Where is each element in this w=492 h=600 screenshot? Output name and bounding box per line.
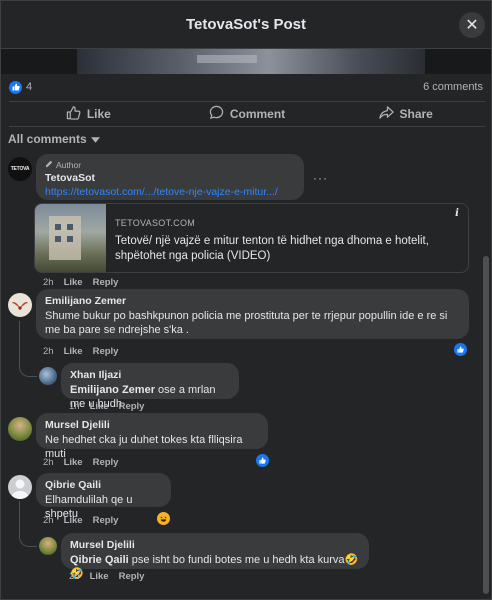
share-arrow-icon	[378, 105, 394, 123]
default-user-icon	[11, 479, 29, 499]
avatar[interactable]	[39, 367, 57, 385]
haha-reaction-icon[interactable]	[157, 512, 170, 525]
post-media[interactable]	[1, 49, 491, 74]
like-count[interactable]: 4	[26, 81, 32, 93]
comment-label: Comment	[229, 107, 286, 121]
like-link[interactable]: Like	[90, 401, 109, 412]
comment-author[interactable]: Qibrie Qaili	[45, 479, 162, 491]
comment-time[interactable]: 2h	[43, 515, 54, 526]
avatar[interactable]	[8, 417, 32, 441]
comment-time[interactable]: 2h	[43, 346, 54, 357]
like-reaction-icon[interactable]	[454, 343, 467, 356]
mention-link[interactable]: Emilijano Zemer	[70, 384, 155, 396]
author-badge: Author	[45, 160, 295, 170]
like-link[interactable]: Like	[64, 346, 83, 357]
like-reaction-icon[interactable]	[256, 454, 269, 467]
comment-text: Shume bukur po bashkpunon policia me pro…	[45, 310, 448, 336]
comment-bubble: Author TetovaSot https://tetovasot.com/.…	[36, 154, 304, 200]
like-reaction-icon[interactable]	[9, 80, 22, 94]
avatar-wings-icon	[12, 302, 28, 310]
comment-meta: 2h Like Reply	[43, 277, 118, 288]
comment-author[interactable]: Xhan Iljazi	[70, 369, 230, 381]
post-image[interactable]	[77, 49, 425, 74]
pencil-icon	[45, 160, 53, 170]
comment-bubble: Qibrie Qaili Elhamdulilah qe u shpetu	[36, 473, 171, 520]
close-button[interactable]: ✕	[459, 12, 485, 38]
reply-link[interactable]: Reply	[93, 277, 119, 288]
avatar[interactable]	[8, 293, 32, 317]
avatar[interactable]: TETOVA	[8, 157, 32, 181]
like-link[interactable]: Like	[64, 277, 83, 288]
comment-filter-label: All comments	[8, 132, 87, 146]
reply-thread-line	[19, 501, 37, 547]
reply-link[interactable]: Reply	[119, 401, 145, 412]
comment-time[interactable]: 1h	[69, 401, 80, 412]
scrollbar[interactable]	[483, 256, 489, 594]
like-link[interactable]: Like	[64, 515, 83, 526]
comment-meta: 2h Like Reply	[43, 515, 118, 526]
avatar[interactable]	[8, 475, 32, 499]
comment-meta: 1h Like Reply	[69, 401, 144, 412]
reply-thread-line	[19, 321, 37, 377]
comment-author[interactable]: Emilijano Zemer	[45, 295, 460, 307]
comment-time[interactable]: 2h	[69, 571, 80, 582]
share-button[interactable]: Share	[326, 102, 485, 126]
more-options-icon[interactable]: ···	[313, 171, 328, 185]
author-badge-label: Author	[56, 160, 82, 170]
comment-time[interactable]: 2h	[43, 457, 54, 468]
like-link[interactable]: Like	[90, 571, 109, 582]
comment-author[interactable]: Mursel Djelili	[70, 539, 360, 551]
share-label: Share	[399, 107, 433, 121]
post-stats: 4 6 comments	[1, 75, 491, 99]
comment-link[interactable]: https://tetovasot.com/.../tetove-nje-vaj…	[45, 186, 278, 198]
comment-time[interactable]: 2h	[43, 277, 54, 288]
comment-bubble: Mursel Djelili Ne hedhet cka ju duhet to…	[36, 413, 268, 460]
comment-count[interactable]: 6 comments	[423, 81, 483, 93]
comment-author[interactable]: Mursel Djelili	[45, 419, 259, 431]
info-icon[interactable]: i	[450, 206, 464, 220]
comment-button[interactable]: Comment	[168, 102, 327, 126]
reply-link[interactable]: Reply	[93, 346, 119, 357]
comment-filter-dropdown[interactable]: All comments	[8, 132, 100, 146]
link-title[interactable]: Tetovë/ një vajzë e mitur tenton të hidh…	[115, 234, 455, 264]
like-link[interactable]: Like	[64, 457, 83, 468]
comment-meta: 2h Like Reply	[43, 346, 118, 357]
post-modal: TetovaSot's Post ✕ 4 6 comments Like Com…	[0, 0, 492, 600]
caret-down-icon	[90, 132, 100, 146]
avatar[interactable]	[39, 537, 57, 555]
link-domain: TETOVASOT.COM	[115, 218, 196, 228]
avatar-logo-text: TETOVA	[10, 166, 30, 172]
like-label: Like	[86, 107, 111, 121]
close-icon: ✕	[465, 17, 479, 34]
page-title: TetovaSot's Post	[186, 16, 306, 33]
comment-bubble: Mursel Djelili Qibrie Qaili pse isht bo …	[61, 533, 369, 580]
comment-author[interactable]: TetovaSot	[45, 172, 295, 184]
like-button[interactable]: Like	[9, 102, 168, 126]
thumbs-up-icon	[66, 105, 81, 123]
comment-bubble: Xhan Iljazi Emilijano Zemer ose a mrlan …	[61, 363, 239, 410]
post-actions: Like Comment Share	[9, 101, 485, 127]
comment-bubble: Emilijano Zemer Shume bukur po bashkpuno…	[36, 289, 469, 339]
link-preview-image[interactable]	[35, 204, 106, 272]
mention-link[interactable]: Qibrie Qaili	[70, 554, 129, 566]
modal-header: TetovaSot's Post ✕	[1, 1, 491, 49]
reply-link[interactable]: Reply	[93, 457, 119, 468]
comment-meta: 2h Like Reply	[43, 457, 118, 468]
reply-link[interactable]: Reply	[93, 515, 119, 526]
comment-bubble-icon	[209, 105, 224, 123]
reply-link[interactable]: Reply	[119, 571, 145, 582]
comment-meta: 2h Like Reply	[69, 571, 144, 582]
link-preview-card[interactable]: i TETOVASOT.COM Tetovë/ një vajzë e mitu…	[34, 203, 469, 273]
